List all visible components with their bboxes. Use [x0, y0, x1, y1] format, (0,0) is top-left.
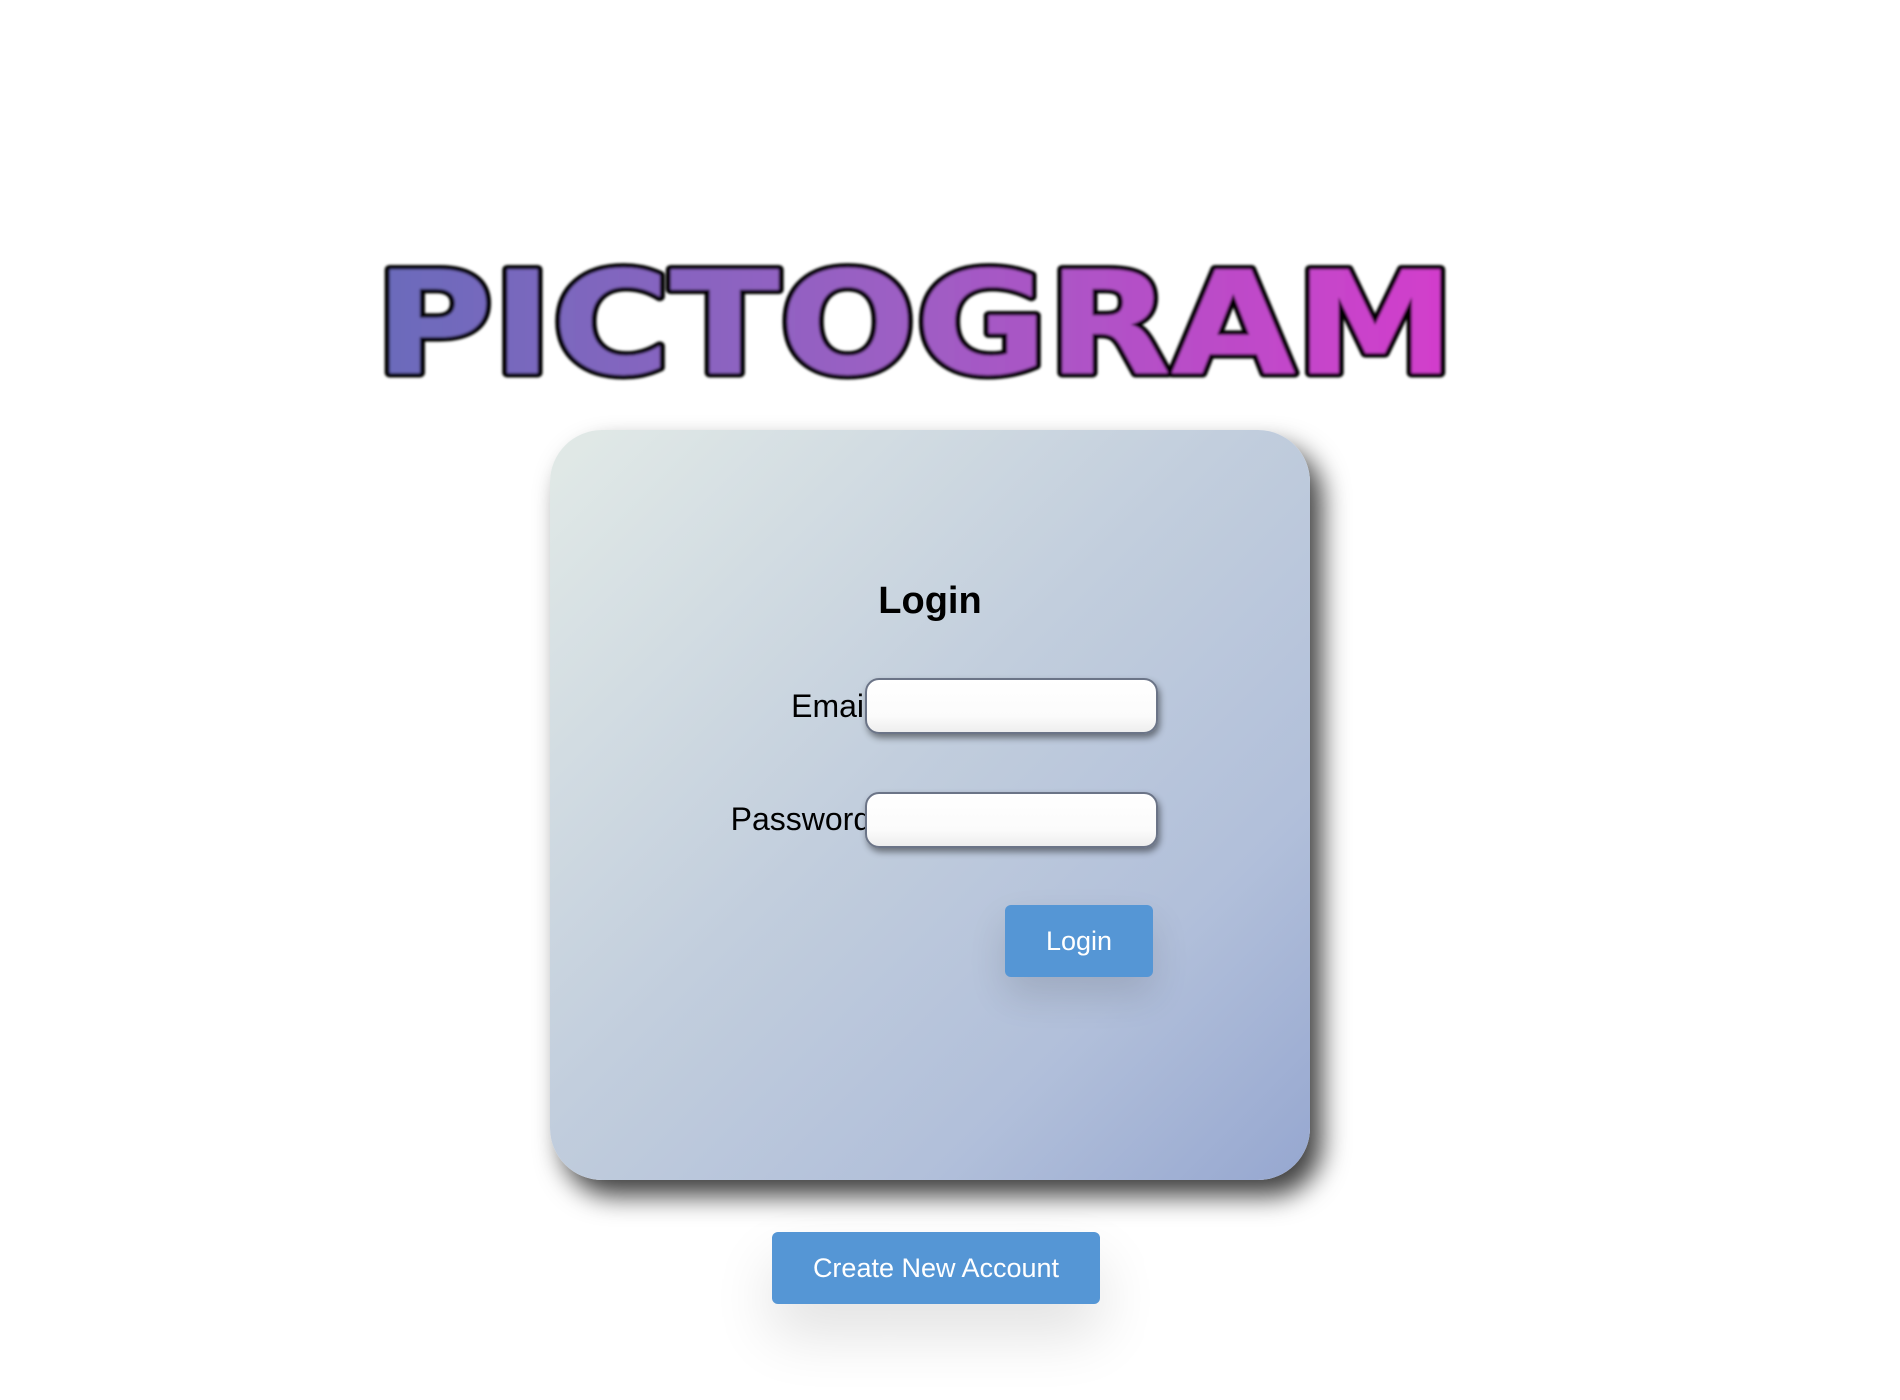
login-card: Login Email: Password: Login	[550, 430, 1310, 1180]
login-page: PICTOGRAM Login Email: Password: Login C…	[0, 0, 1900, 1400]
logo-text: PICTOGRAM	[375, 242, 1455, 400]
password-label: Password:	[730, 801, 880, 837]
password-input[interactable]	[865, 792, 1158, 848]
create-new-account-button[interactable]: Create New Account	[772, 1232, 1100, 1304]
login-title: Login	[878, 580, 982, 622]
email-input[interactable]	[865, 678, 1158, 734]
login-button[interactable]: Login	[1005, 905, 1153, 977]
pictogram-logo: PICTOGRAM	[371, 238, 1460, 401]
